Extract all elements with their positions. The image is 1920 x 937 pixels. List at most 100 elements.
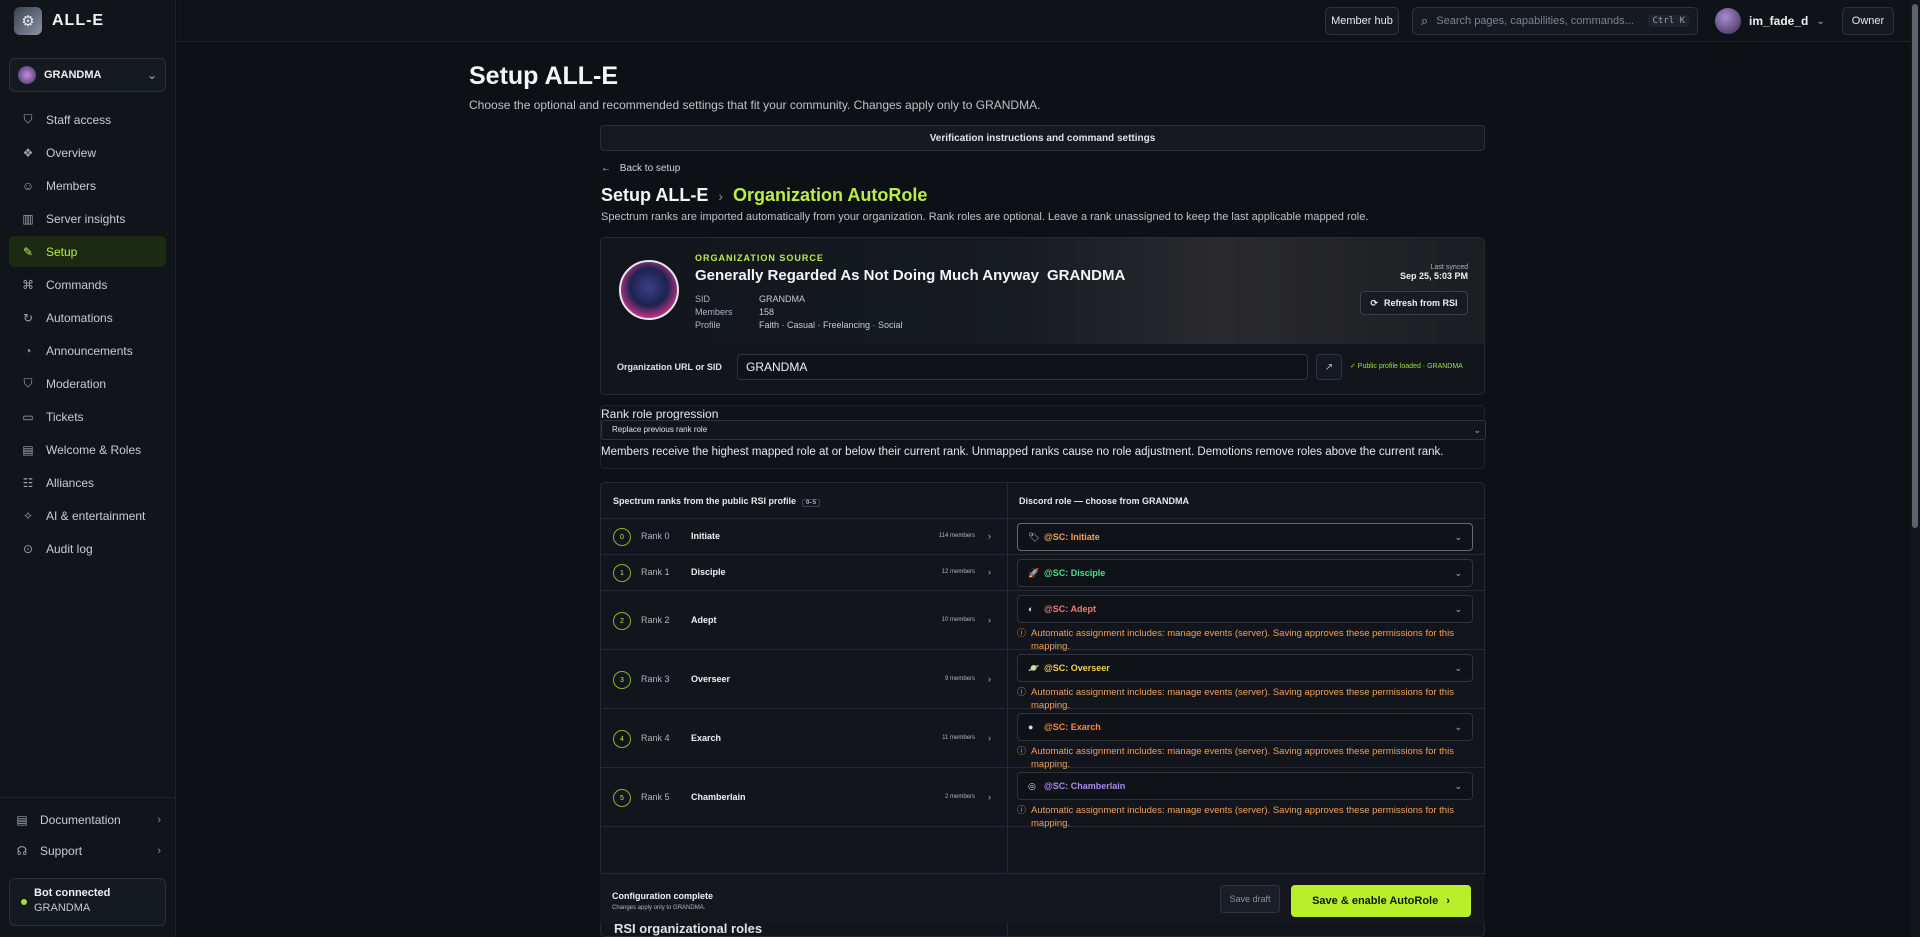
owner-badge[interactable]: Owner	[1842, 7, 1894, 35]
sidebar-item-ai-entertainment[interactable]: ✧ AI & entertainment	[9, 500, 166, 531]
external-link-button[interactable]: ↗	[1316, 354, 1342, 380]
back-link[interactable]: ← Back to setup	[601, 163, 680, 174]
rank-name: Overseer	[691, 674, 731, 684]
org-meta: SID GRANDMA Members 158 Profile Faith · Cas…	[695, 294, 903, 330]
role-icon: 🪐	[1028, 662, 1040, 673]
rank-cell[interactable]: 4 Rank 4 Exarch 11 members ›	[601, 709, 1007, 767]
user-menu[interactable]: im_fade_d ⌄	[1715, 7, 1825, 35]
warning-icon: ⓘ	[1017, 628, 1027, 638]
rank-member-count: 9 members	[944, 676, 975, 682]
topbar: Member hub ⌕ Search pages, capabilities,…	[177, 0, 1920, 42]
permission-warning: ⓘ Automatic assignment includes: manage e…	[1017, 805, 1454, 829]
org-members: 158	[759, 307, 775, 317]
guild-avatar	[18, 66, 36, 84]
avatar	[1715, 8, 1741, 34]
rank-name: Exarch	[691, 733, 722, 743]
sidebar-item-label: Tickets	[46, 409, 84, 424]
guild-selector[interactable]: GRANDMA ⌄	[9, 58, 166, 92]
sidebar-item-moderation[interactable]: ⛉ Moderation	[9, 368, 166, 399]
page-description: Spectrum ranks are imported automaticall…	[601, 211, 1369, 223]
rank-cell[interactable]: 2 Rank 2 Adept 10 members ›	[601, 591, 1007, 649]
sidebar-item-welcome-roles[interactable]: ▤ Welcome & Roles	[9, 434, 166, 465]
verification-section-toggle[interactable]: Verification instructions and command se…	[600, 125, 1485, 151]
role-name: @SC: Adept	[1044, 604, 1096, 614]
table-row: 5 Rank 5 Chamberlain 2 members › ◎ @SC: Chambe…	[601, 768, 1484, 829]
role-select[interactable]: ◎ @SC: Chamberlain ⌄	[1017, 772, 1473, 800]
brand[interactable]: ⚙ ALL-E	[0, 0, 175, 42]
sidebar-item-tickets[interactable]: ▭ Tickets	[9, 401, 166, 432]
sidebar-item-members[interactable]: ☺ Members	[9, 170, 166, 201]
search-input[interactable]: Search pages, capabilities, commands...	[1436, 15, 1648, 27]
role-icon: ◎	[1028, 780, 1036, 791]
bot-status: Bot connected GRANDMA	[9, 878, 166, 926]
sidebar-item-overview[interactable]: ❖ Overview	[9, 137, 166, 168]
search-box[interactable]: ⌕ Search pages, capabilities, commands..…	[1412, 7, 1698, 35]
rank-number: 5	[613, 789, 631, 807]
warning-icon: ⓘ	[1017, 805, 1027, 815]
sidebar-item-audit-log[interactable]: ⊙ Audit log	[9, 533, 166, 564]
book-icon: ▤	[22, 442, 34, 457]
external-link-icon: ↗	[1324, 361, 1334, 373]
chevron-right-icon: ›	[988, 792, 991, 802]
role-select[interactable]: 🏷 @SC: Initiate ⌄	[1017, 523, 1473, 551]
rank-cell[interactable]: 5 Rank 5 Chamberlain 2 members ›	[601, 768, 1007, 826]
breadcrumb: Setup ALL-E › Organization AutoRole	[601, 185, 927, 206]
breadcrumb-root[interactable]: Setup ALL-E	[601, 185, 708, 206]
shield-check-icon: ⛉	[23, 376, 33, 390]
role-select[interactable]: ● @SC: Exarch ⌄	[1017, 713, 1473, 741]
role-name: @SC: Chamberlain	[1044, 781, 1126, 791]
sidebar-item-support[interactable]: ☊ Support ›	[0, 835, 175, 866]
role-icon: 🚀	[1028, 567, 1040, 578]
org-profile: Faith · Casual · Freelancing · Social	[759, 320, 903, 330]
sidebar-item-staff-access[interactable]: ⛉ Staff access	[9, 104, 166, 135]
members-icon: ☺	[21, 178, 35, 193]
sidebar-item-label: Members	[46, 178, 97, 193]
next-section-title: RSI organizational roles	[614, 921, 763, 936]
handshake-icon: ☷	[22, 475, 34, 490]
rank-member-count: 11 members	[942, 735, 975, 741]
sidebar-item-announcements[interactable]: ◔ Announcements	[9, 335, 166, 366]
role-select[interactable]: 🪐 @SC: Overseer ⌄	[1017, 654, 1473, 682]
rank-member-count: 114 members	[938, 533, 975, 539]
shield-icon: ⛉	[23, 112, 33, 126]
page-subtitle: Choose the optional and recommended sett…	[469, 98, 1041, 112]
org-name: Generally Regarded As Not Doing Much Any…	[695, 267, 1126, 284]
table-row: 4 Rank 4 Exarch 11 members › ● @SC: Exarch ⌄ ⓘ Au…	[601, 709, 1484, 770]
chevron-down-icon: ⌄	[1454, 603, 1462, 614]
rank-cell[interactable]: 0 Rank 0 Initiate 114 members ›	[601, 519, 1007, 554]
sidebar-item-commands[interactable]: ⌘ Commands	[9, 269, 166, 300]
save-enable-button[interactable]: Save & enable AutoRole ›	[1291, 885, 1471, 917]
rank-cell[interactable]: 3 Rank 3 Overseer 9 members ›	[601, 650, 1007, 708]
progression-title: Rank role progression	[601, 407, 719, 421]
sidebar-item-label: Commands	[46, 277, 108, 292]
org-url-input[interactable]: GRANDMA	[737, 354, 1308, 380]
chevron-down-icon: ⌄	[1454, 662, 1462, 673]
rank-cell[interactable]: 1 Rank 1 Disciple 12 members ›	[601, 555, 1007, 590]
headset-icon: ☊	[16, 843, 28, 858]
sidebar-item-label: Server insights	[46, 211, 126, 226]
role-icon: ◐	[1028, 604, 1034, 614]
progression-select[interactable]: Replace previous rank role ⌄	[601, 420, 1486, 440]
table-row: 3 Rank 3 Overseer 9 members › 🪐 @SC: Overseer ⌄…	[601, 650, 1484, 711]
org-tag: GRANDMA	[1046, 267, 1126, 284]
sidebar-item-label: Announcements	[46, 343, 133, 358]
save-bar: Configuration complete Changes apply onl…	[600, 873, 1485, 923]
username: im_fade_d	[1749, 14, 1809, 28]
sidebar-item-server-insights[interactable]: ▥ Server insights	[9, 203, 166, 234]
sidebar-bottom: ▤ Documentation › ☊ Support › Bot connec…	[0, 797, 175, 937]
sidebar-item-documentation[interactable]: ▤ Documentation ›	[0, 804, 175, 835]
chevron-right-icon: ›	[988, 733, 991, 743]
role-select[interactable]: 🚀 @SC: Disciple ⌄	[1017, 559, 1473, 587]
rank-label: Rank 3	[641, 674, 670, 684]
refresh-button[interactable]: ⟳ Refresh from RSI	[1360, 291, 1468, 315]
scrollbar[interactable]	[1910, 0, 1920, 937]
save-draft-button[interactable]: Save draft	[1220, 885, 1280, 913]
member-hub-button[interactable]: Member hub	[1325, 7, 1399, 35]
sparkle-icon: ✧	[22, 508, 34, 523]
sidebar-item-setup[interactable]: ✎ Setup	[9, 236, 166, 267]
sidebar-item-automations[interactable]: ↻ Automations	[9, 302, 166, 333]
role-select[interactable]: ◐ @SC: Adept ⌄	[1017, 595, 1473, 623]
chevron-right-icon: ›	[988, 531, 991, 541]
sidebar-item-alliances[interactable]: ☷ Alliances	[9, 467, 166, 498]
org-url-label: Organization URL or SID	[617, 362, 722, 372]
